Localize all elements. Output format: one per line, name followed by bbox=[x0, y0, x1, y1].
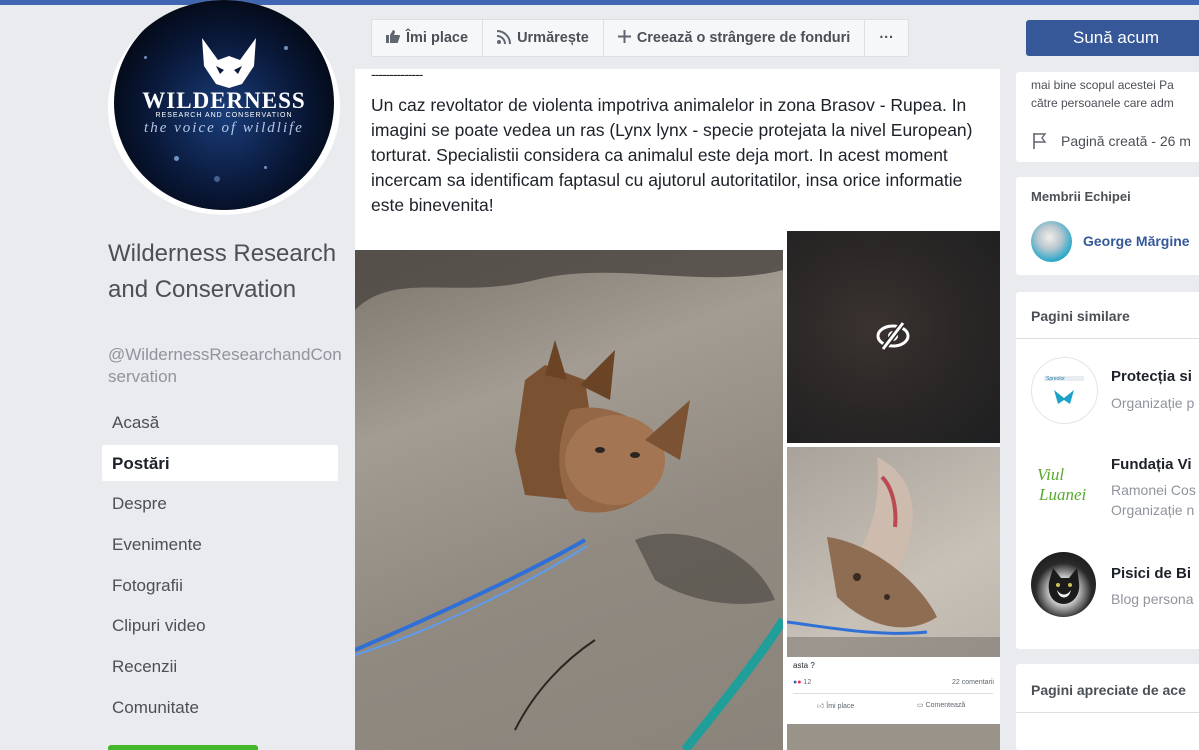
divider bbox=[1016, 712, 1199, 713]
plus-icon bbox=[617, 30, 631, 46]
comment-icon: ▭ bbox=[917, 702, 924, 709]
embedded-comment-count: 22 comentarii bbox=[951, 679, 994, 686]
similar-page-category: Organizație n bbox=[1111, 502, 1195, 518]
similar-page-logo: Spreolor bbox=[1044, 376, 1084, 404]
post-photo-screenshot[interactable]: asta ? ●● 12 22 comentarii 👍︎ Îmi place … bbox=[787, 447, 1000, 750]
post-divider: -------------- bbox=[371, 66, 423, 82]
similar-page-logo: Viul Luanei bbox=[1037, 465, 1087, 504]
star-dot bbox=[144, 56, 147, 59]
embedded-like-label: Îmi place bbox=[826, 703, 855, 710]
nav-item-community[interactable]: Comunitate bbox=[102, 689, 338, 725]
divider bbox=[793, 693, 993, 694]
post-text: Un caz revoltator de violenta impotriva … bbox=[371, 95, 973, 215]
flag-icon bbox=[1033, 133, 1047, 149]
liked-pages-card: Pagini apreciate de ace bbox=[1016, 664, 1199, 750]
embedded-reaction-count: 12 bbox=[803, 679, 812, 686]
profile-picture-frame[interactable]: WILDERNESS RESEARCH AND CONSERVATION the… bbox=[108, 0, 340, 215]
fundraiser-button-label: Creează o strângere de fonduri bbox=[636, 30, 851, 46]
logo-title: WILDERNESS bbox=[142, 88, 306, 113]
nav-item-posts[interactable]: Postări bbox=[102, 444, 338, 481]
like-button-label: Îmi place bbox=[406, 30, 469, 46]
star-dot bbox=[264, 166, 267, 169]
svg-text:Luanei: Luanei bbox=[1038, 485, 1087, 504]
lynx-logo-icon bbox=[202, 38, 256, 88]
about-text-line2: către persoanele care adm bbox=[1031, 96, 1174, 110]
post-photo-hidden[interactable] bbox=[787, 231, 1000, 443]
nav-item-photos[interactable]: Fotografii bbox=[102, 567, 338, 603]
fundraiser-button[interactable]: Creează o strângere de fonduri bbox=[604, 20, 866, 56]
divider bbox=[1016, 338, 1199, 339]
eye-slash-icon bbox=[876, 321, 910, 351]
nav-item-about[interactable]: Despre bbox=[102, 485, 338, 521]
similar-page-name[interactable]: Protecția si bbox=[1111, 368, 1192, 385]
similar-page-subtitle: Ramonei Cos bbox=[1111, 482, 1196, 498]
similar-page-category: Organizație p bbox=[1111, 395, 1195, 411]
profile-picture: WILDERNESS RESEARCH AND CONSERVATION the… bbox=[114, 0, 334, 210]
thumbs-up-icon: 👍︎ bbox=[817, 703, 825, 710]
similar-page-name[interactable]: Fundația Vi bbox=[1111, 456, 1192, 473]
about-card: mai bine scopul acestei Pa către persoan… bbox=[1016, 72, 1199, 162]
embedded-post: asta ? ●● 12 22 comentarii 👍︎ Îmi place … bbox=[787, 657, 1000, 750]
similar-pages-title: Pagini similare bbox=[1031, 308, 1130, 324]
thumbs-up-icon bbox=[386, 30, 400, 46]
page-nav: Acasă Postări Despre Evenimente Fotograf… bbox=[102, 404, 338, 730]
similar-pages-card: Pagini similare Spreolor Protecția si Or… bbox=[1016, 292, 1199, 649]
nav-item-events[interactable]: Evenimente bbox=[102, 526, 338, 562]
follow-button-label: Urmărește bbox=[517, 30, 589, 46]
page-created-date: Pagină creată - 26 m bbox=[1061, 133, 1191, 149]
nav-item-videos[interactable]: Clipuri video bbox=[102, 607, 338, 643]
embedded-photo-strip bbox=[787, 724, 1000, 750]
embedded-reactions: ●● 12 bbox=[793, 679, 811, 686]
star-dot bbox=[174, 156, 179, 161]
about-text-line1: mai bine scopul acestei Pa bbox=[1031, 78, 1174, 92]
like-button[interactable]: Îmi place bbox=[372, 20, 484, 56]
action-buttons: Îmi place Urmărește Creează o strângere … bbox=[371, 19, 909, 57]
member-name-link[interactable]: George Mărgine bbox=[1083, 233, 1190, 249]
svg-text:Viul: Viul bbox=[1037, 465, 1064, 484]
cat-photo bbox=[1048, 568, 1080, 604]
lynx-cub-photo bbox=[355, 250, 783, 750]
member-avatar[interactable] bbox=[1031, 221, 1072, 262]
action-bar: Îmi place Urmărește Creează o strângere … bbox=[355, 5, 1000, 69]
similar-page-avatar[interactable]: Viul Luanei bbox=[1031, 452, 1096, 517]
page-title[interactable]: Wilderness Research and Conservation bbox=[108, 236, 348, 308]
embedded-comment-button: ▭ Comentează bbox=[917, 701, 965, 709]
logo-text: Spreolor bbox=[1046, 376, 1065, 382]
injured-lynx-photo bbox=[787, 457, 1000, 657]
similar-page-avatar[interactable]: Spreolor bbox=[1031, 357, 1098, 424]
nav-item-reviews[interactable]: Recenzii bbox=[102, 648, 338, 684]
team-title: Membrii Echipei bbox=[1031, 189, 1131, 204]
call-now-button[interactable]: Sună acum bbox=[1026, 20, 1199, 56]
rss-icon bbox=[496, 29, 512, 47]
nav-item-home[interactable]: Acasă bbox=[102, 404, 338, 440]
embedded-like-button: 👍︎ Îmi place bbox=[817, 701, 854, 710]
similar-page-category: Blog persona bbox=[1111, 591, 1194, 607]
post-card: -------------- Un caz revoltator de viol… bbox=[355, 66, 1000, 750]
logo-tagline: the voice of wildlife bbox=[144, 120, 304, 136]
heart-icon: ● bbox=[797, 679, 802, 686]
embedded-post-text: asta ? bbox=[793, 661, 815, 670]
logo-subtitle: RESEARCH AND CONSERVATION bbox=[155, 112, 293, 119]
similar-page-avatar[interactable] bbox=[1031, 552, 1096, 617]
page-handle[interactable]: @WildernessResearchandConservation bbox=[108, 344, 348, 388]
similar-page-name[interactable]: Pisici de Bi bbox=[1111, 565, 1191, 582]
post-photo-main[interactable] bbox=[355, 250, 783, 750]
team-card: Membrii Echipei George Mărgine bbox=[1016, 177, 1199, 275]
follow-button[interactable]: Urmărește bbox=[483, 20, 604, 56]
create-page-button-edge[interactable] bbox=[108, 745, 258, 750]
star-dot bbox=[284, 46, 288, 50]
star-dot bbox=[214, 176, 220, 182]
embedded-comment-label: Comentează bbox=[925, 702, 966, 709]
more-button[interactable]: ··· bbox=[865, 20, 908, 56]
liked-pages-title: Pagini apreciate de ace bbox=[1031, 682, 1186, 698]
